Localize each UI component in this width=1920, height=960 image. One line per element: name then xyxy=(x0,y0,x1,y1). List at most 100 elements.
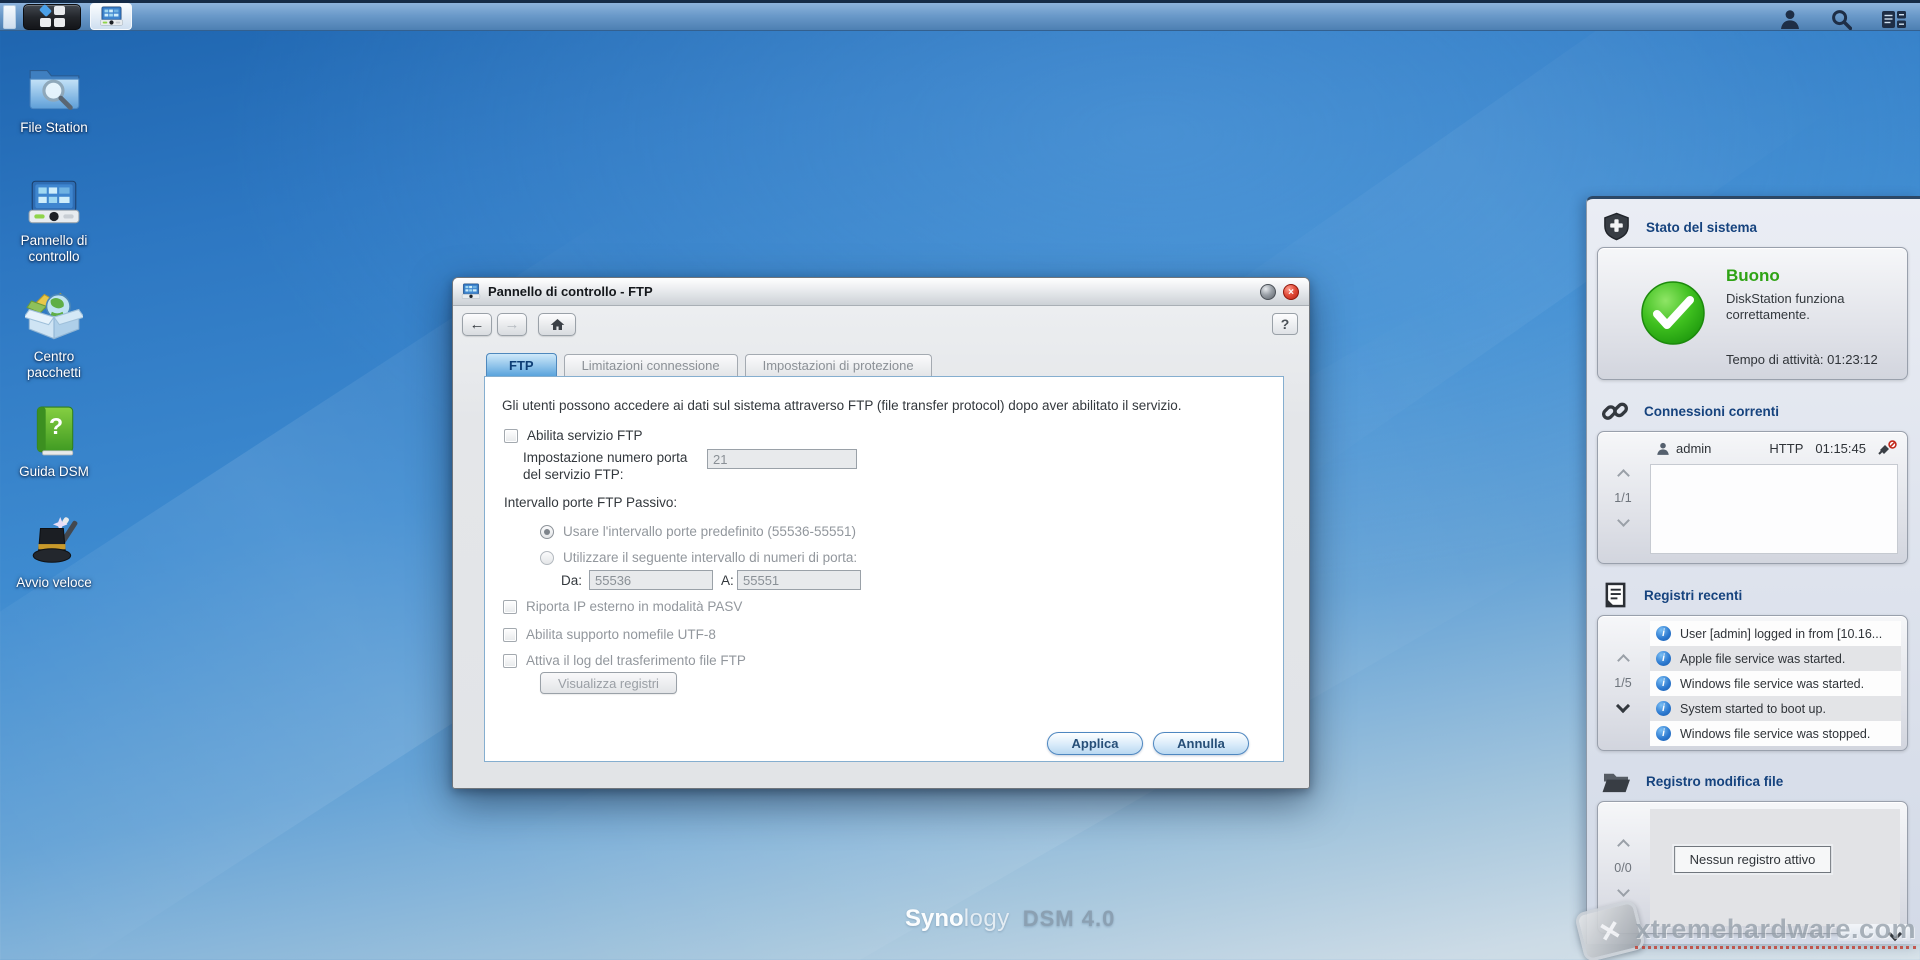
minimize-button[interactable] xyxy=(1260,284,1276,300)
main-menu-icon xyxy=(38,3,52,18)
checkbox-icon xyxy=(503,653,517,668)
control-panel-ftp-window: Pannello di controllo - FTP × ← → ? FTP … xyxy=(452,277,1310,789)
logs-pager: 1/5 xyxy=(1598,616,1648,750)
user-icon[interactable] xyxy=(1779,8,1801,30)
disconnect-icon[interactable] xyxy=(1877,440,1897,456)
to-label: A: xyxy=(721,573,734,588)
connection-user: admin xyxy=(1676,440,1712,456)
taskbar xyxy=(0,0,1920,31)
tab-connection-limits[interactable]: Limitazioni connessione xyxy=(563,354,738,376)
cancel-button[interactable]: Annulla xyxy=(1153,732,1249,755)
file-change-log-header: Registro modifica file xyxy=(1587,767,1920,795)
file-station-icon xyxy=(29,70,79,110)
desktop-icon-label: Guida DSM xyxy=(19,464,89,479)
taskbar-window-control-panel[interactable] xyxy=(90,3,132,30)
tab-security-settings[interactable]: Impostazioni di protezione xyxy=(744,354,932,376)
desktop-icon-file-station[interactable]: File Station xyxy=(6,62,102,136)
radio-icon xyxy=(540,550,554,565)
pager-value: 1/5 xyxy=(1614,675,1632,690)
watermark-text: xtremehardware.com xyxy=(1635,914,1916,949)
desktop-icon-label: Pannello di controllo xyxy=(20,233,88,264)
help-button[interactable]: ? xyxy=(1272,313,1298,335)
radio-default-range[interactable]: Usare l'intervallo porte predefinito (55… xyxy=(540,524,856,539)
ftp-port-label: Impostazione numero porta del servizio F… xyxy=(523,450,688,482)
connections-header: Connessioni correnti xyxy=(1587,397,1920,425)
system-status-header: Stato del sistema xyxy=(1587,212,1920,241)
desktop-icon-label: Avvio veloce xyxy=(16,575,92,590)
apply-button[interactable]: Applica xyxy=(1047,732,1143,755)
window-toolbar: ← → ? xyxy=(453,306,1309,342)
pilot-view-icon[interactable] xyxy=(1882,10,1906,29)
view-logs-button[interactable]: Visualizza registri xyxy=(540,672,677,694)
ftp-port-input[interactable] xyxy=(707,449,857,469)
radio-custom-range[interactable]: Utilizzare il seguente intervallo di num… xyxy=(540,550,857,565)
connections-pager: 1/1 xyxy=(1598,432,1648,563)
info-icon: i xyxy=(1656,701,1671,716)
from-label: Da: xyxy=(561,573,583,588)
forward-button[interactable]: → xyxy=(497,312,527,336)
info-icon: i xyxy=(1656,651,1671,666)
control-panel-icon xyxy=(99,6,123,26)
desktop-icon-quick-start[interactable]: Avvio veloce xyxy=(6,516,102,591)
status-description: DiskStation funziona correttamente. xyxy=(1726,291,1845,322)
connections-list-area xyxy=(1650,464,1898,554)
recent-logs-box: 1/5 i User [admin] logged in from [10.16… xyxy=(1597,615,1908,751)
page-up-icon[interactable] xyxy=(1616,838,1630,852)
radio-icon xyxy=(540,524,554,539)
desktop-icon-label: Centro pacchetti xyxy=(26,349,82,380)
search-icon[interactable] xyxy=(1831,9,1852,30)
log-row[interactable]: i Windows file service was started. xyxy=(1650,671,1901,696)
from-port-input[interactable] xyxy=(589,570,713,590)
system-status-box: Buono DiskStation funziona correttamente… xyxy=(1597,247,1908,380)
status-value: Buono xyxy=(1726,266,1780,285)
checkbox-icon xyxy=(503,599,517,614)
pager-value: 0/0 xyxy=(1614,860,1632,875)
back-button[interactable]: ← xyxy=(462,312,492,336)
desktop-icon-control-panel[interactable]: Pannello di controllo xyxy=(6,180,102,265)
info-icon: i xyxy=(1656,676,1671,691)
package-center-icon xyxy=(25,292,83,340)
page-down-icon[interactable] xyxy=(1616,513,1630,527)
connection-protocol: HTTP xyxy=(1769,440,1804,456)
info-icon: i xyxy=(1656,626,1671,641)
link-icon xyxy=(1602,402,1628,420)
enable-ftp-checkbox[interactable]: Abilita servizio FTP xyxy=(504,428,643,443)
tab-ftp[interactable]: FTP xyxy=(486,353,557,376)
recent-logs-header: Registri recenti xyxy=(1587,581,1920,609)
window-titlebar[interactable]: Pannello di controllo - FTP × xyxy=(453,278,1309,306)
pasv-ip-checkbox[interactable]: Riporta IP esterno in modalità PASV xyxy=(503,599,742,614)
utf8-checkbox[interactable]: Abilita supporto nomefile UTF-8 xyxy=(503,627,716,642)
connection-row[interactable]: admin HTTP 01:15:45 xyxy=(1656,440,1897,456)
close-button[interactable]: × xyxy=(1283,284,1299,300)
window-title: Pannello di controllo - FTP xyxy=(488,284,653,299)
user-icon xyxy=(1657,442,1669,455)
connection-time: 01:15:45 xyxy=(1815,440,1866,456)
to-port-input[interactable] xyxy=(737,570,861,590)
desktop-icon-package-center[interactable]: Centro pacchetti xyxy=(6,288,102,381)
desktop-icon-dsm-help[interactable]: ? Guida DSM xyxy=(6,405,102,480)
ftp-log-checkbox[interactable]: Attiva il log del trasferimento file FTP xyxy=(503,653,746,668)
log-row[interactable]: i System started to boot up. xyxy=(1650,696,1901,721)
no-active-log-message: Nessun registro attivo xyxy=(1673,846,1832,873)
system-health-panel: Stato del sistema Buono DiskStation funz… xyxy=(1586,196,1920,944)
ftp-intro-text: Gli utenti possono accedere ai dati sul … xyxy=(502,398,1182,413)
log-row[interactable]: i Windows file service was stopped. xyxy=(1650,721,1901,746)
connections-box: 1/1 admin HTTP 01:15:45 xyxy=(1597,431,1908,564)
log-row[interactable]: i User [admin] logged in from [10.16... xyxy=(1650,621,1901,646)
page-up-icon[interactable] xyxy=(1616,468,1630,482)
control-panel-icon xyxy=(28,180,80,224)
log-row[interactable]: i Apple file service was started. xyxy=(1650,646,1901,671)
home-button[interactable] xyxy=(538,312,576,336)
page-down-icon[interactable] xyxy=(1615,698,1631,713)
main-menu-button[interactable] xyxy=(23,3,81,30)
checkbox-icon xyxy=(503,627,517,642)
page-down-icon[interactable] xyxy=(1616,883,1630,897)
magic-hat-icon xyxy=(32,517,78,563)
show-desktop-button[interactable] xyxy=(3,4,16,29)
status-ok-icon xyxy=(1641,281,1705,345)
ftp-tab-panel: Gli utenti possono accedere ai dati sul … xyxy=(484,376,1284,762)
help-question-glyph: ? xyxy=(49,413,64,439)
page-up-icon[interactable] xyxy=(1616,653,1630,667)
home-icon xyxy=(550,318,564,330)
tab-strip: FTP Limitazioni connessione Impostazioni… xyxy=(486,353,932,376)
